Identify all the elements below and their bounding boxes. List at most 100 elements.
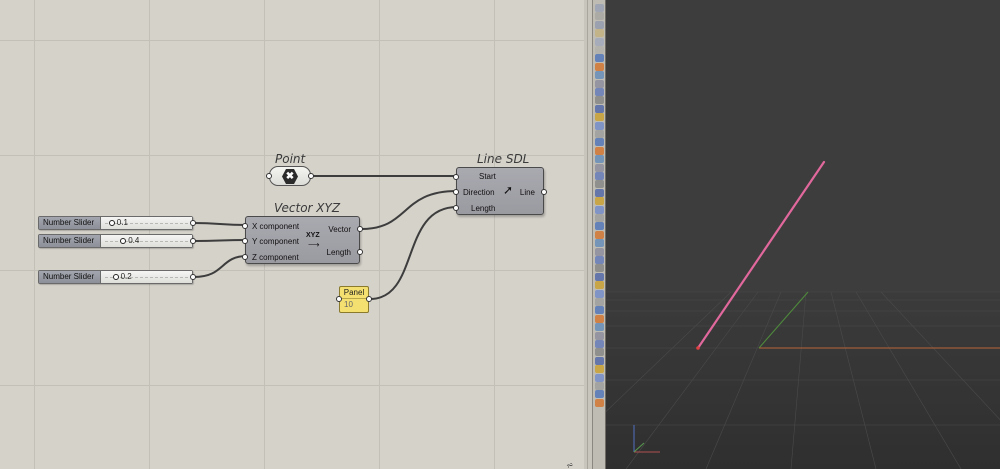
point-output-port[interactable] (308, 173, 314, 179)
panel[interactable]: Panel 10 (336, 286, 372, 313)
line-direction-port[interactable] (453, 189, 459, 195)
slider-output-port[interactable] (190, 220, 196, 226)
slider-value: 0.1 (116, 218, 128, 227)
tool-icon[interactable] (595, 46, 604, 54)
tool-icon[interactable] (595, 4, 604, 12)
tool-icon[interactable] (595, 247, 604, 256)
number-slider-y[interactable]: Number Slider 0.4 (38, 234, 196, 248)
tool-icon[interactable] (595, 155, 604, 164)
line-start-point[interactable] (696, 346, 700, 350)
tool-icon[interactable] (595, 205, 604, 214)
tool-icon[interactable] (595, 373, 604, 382)
tool-icon[interactable] (595, 289, 604, 298)
tool-icon[interactable] (595, 71, 604, 80)
panel-input-port[interactable] (336, 296, 342, 302)
number-slider-x[interactable]: Number Slider 0.1 (38, 216, 196, 230)
slider-knob[interactable] (120, 238, 127, 244)
line-sdl-icon: ➚ (503, 183, 514, 197)
point-param[interactable]: ✖ (266, 166, 314, 186)
tool-icon[interactable] (595, 239, 604, 248)
panel-title: Panel (340, 287, 368, 299)
slider-output-port[interactable] (190, 274, 196, 280)
tool-icon[interactable] (595, 37, 604, 46)
tool-icon[interactable] (595, 138, 604, 147)
tool-icon[interactable] (595, 130, 604, 138)
slider-track[interactable]: 0.1 (101, 217, 192, 229)
point-input-port[interactable] (266, 173, 272, 179)
vector-xyz-component[interactable]: X component Y component Z component XYZ … (242, 216, 363, 264)
vector-x-label: X component (252, 222, 300, 231)
vector-x-port[interactable] (242, 223, 248, 229)
tool-icon[interactable] (595, 62, 604, 71)
vector-arrow-icon: ⟶ (308, 240, 320, 249)
vector-output-port[interactable] (357, 226, 363, 232)
panel-value[interactable]: 10 (340, 299, 368, 311)
length-output-label: Length (326, 248, 351, 257)
construction-plane (606, 292, 1000, 469)
slider-name-label: Number Slider (39, 271, 101, 283)
tool-icon[interactable] (595, 222, 604, 231)
tool-icon[interactable] (595, 188, 604, 197)
tool-icon[interactable] (595, 256, 604, 264)
tool-icon[interactable] (595, 314, 604, 323)
tool-icon[interactable] (595, 79, 604, 88)
slider-track[interactable]: 0.2 (101, 271, 192, 283)
tool-icon[interactable] (595, 146, 604, 155)
tool-icon[interactable] (595, 356, 604, 365)
grasshopper-canvas[interactable]: Point ✖ Vector XYZ X component Y compone… (0, 0, 592, 469)
slider-value: 0.2 (120, 272, 132, 281)
tool-icon[interactable] (595, 348, 604, 357)
splitter[interactable] (584, 0, 592, 469)
tool-icon[interactable] (595, 298, 604, 306)
tool-icon[interactable] (595, 88, 604, 96)
vector-z-port[interactable] (242, 254, 248, 260)
tool-icon[interactable] (595, 281, 604, 290)
number-slider-z[interactable]: Number Slider 0.2 (38, 270, 196, 284)
viewport-scene (606, 0, 1000, 469)
line-start-port[interactable] (453, 174, 459, 180)
slider-track[interactable]: 0.4 (101, 235, 192, 247)
tool-icon[interactable] (595, 340, 604, 348)
panel-output-port[interactable] (366, 296, 372, 302)
tool-icon[interactable] (595, 390, 604, 399)
vector-y-port[interactable] (242, 238, 248, 244)
tool-icon[interactable] (595, 113, 604, 122)
tool-icon[interactable] (595, 12, 604, 21)
line-sdl-title: Line SDL (477, 152, 530, 166)
slider-value: 0.4 (128, 236, 140, 245)
tool-icon[interactable] (595, 104, 604, 113)
tool-icon[interactable] (595, 20, 604, 29)
wire-panel-to-length (369, 206, 458, 300)
tool-icon[interactable] (595, 365, 604, 374)
wire-slider1-to-x (193, 222, 248, 226)
length-output-port[interactable] (357, 249, 363, 255)
tool-icon[interactable] (595, 331, 604, 340)
tool-icon[interactable] (595, 382, 604, 390)
slider-knob[interactable] (112, 274, 119, 280)
canvas-widget-icon[interactable]: ⩫ (566, 460, 574, 469)
tool-icon[interactable] (595, 323, 604, 332)
tool-icon[interactable] (595, 172, 604, 180)
line-length-port[interactable] (453, 205, 459, 211)
line-output-port[interactable] (541, 189, 547, 195)
tool-icon[interactable] (595, 54, 604, 63)
vector-z-label: Z component (252, 253, 299, 262)
tool-icon[interactable] (595, 214, 604, 222)
tool-icon[interactable] (595, 197, 604, 206)
tool-icon[interactable] (595, 96, 604, 105)
tool-icon[interactable] (595, 29, 604, 38)
slider-knob[interactable] (108, 220, 115, 226)
vector-y-label: Y component (252, 237, 299, 246)
wire-slider2-to-y (193, 239, 248, 242)
tool-icon[interactable] (595, 306, 604, 315)
rhino-viewport[interactable] (606, 0, 1000, 469)
tool-icon[interactable] (595, 121, 604, 130)
tool-icon[interactable] (595, 163, 604, 172)
tool-icon[interactable] (595, 230, 604, 239)
slider-output-port[interactable] (190, 238, 196, 244)
line-sdl-component[interactable]: Start Direction Length ➚ Line (453, 167, 547, 215)
tool-icon[interactable] (595, 264, 604, 273)
tool-icon[interactable] (595, 272, 604, 281)
tool-icon[interactable] (595, 180, 604, 189)
tool-icon[interactable] (595, 398, 604, 407)
